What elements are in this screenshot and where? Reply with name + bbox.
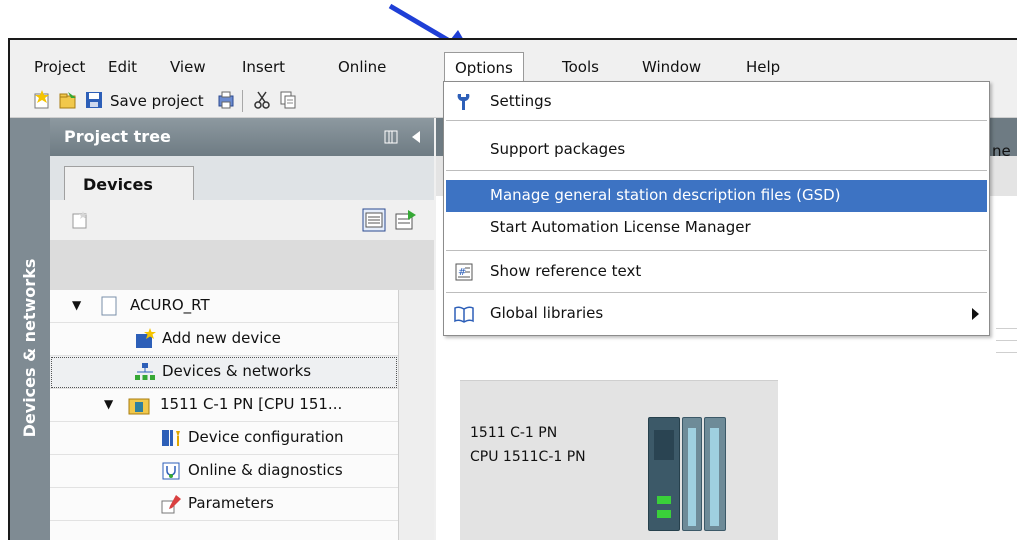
print-icon[interactable] [216,90,236,110]
tree-item-label: Device configuration [188,428,344,446]
cut-icon[interactable] [252,90,272,110]
device-rack[interactable]: 1511 C-1 PN CPU 1511C-1 PN [460,380,778,540]
devices-networks-vertical-tab[interactable]: Devices & networks [10,118,50,540]
expand-triangle-icon[interactable]: ▼ [104,397,113,411]
menu-item-show-reference-text[interactable]: # Show reference text [446,256,987,288]
project-tree-toolbar [50,200,434,240]
tree-secondary-column [398,290,434,540]
network-icon [135,363,155,380]
menu-edit[interactable]: Edit [108,58,137,76]
tree-item-devices-networks[interactable]: Devices & networks [50,356,398,389]
menu-item-global-libraries[interactable]: Global libraries [446,298,987,330]
menu-item-manage-gsd[interactable]: Manage general station description files… [446,180,987,212]
project-tree-list: ▼ ACURO_RT Add new device Devices & netw… [50,290,434,540]
project-tree-tabs: Devices [50,156,434,201]
cpu-module[interactable] [648,417,680,531]
menu-tools[interactable]: Tools [562,58,599,76]
tree-item-parameters[interactable]: Parameters [50,488,398,521]
new-item-icon[interactable] [70,210,90,230]
tree-item-add-new-device[interactable]: Add new device [50,323,398,356]
expand-triangle-icon[interactable]: ▼ [72,298,81,312]
detail-view-icon[interactable] [362,208,386,232]
tree-item-label: Devices & networks [162,362,312,380]
menu-item-label: Settings [490,92,552,110]
device-model-label: CPU 1511C-1 PN [470,449,586,465]
tab-devices[interactable]: Devices [64,166,194,201]
toolbar-separator [242,90,243,112]
menu-item-support-packages[interactable]: Support packages [446,134,987,166]
panel-toggle-icon[interactable] [384,130,398,144]
device-config-icon [162,430,180,446]
menu-help[interactable]: Help [746,58,780,76]
save-icon[interactable] [84,90,104,110]
new-project-icon[interactable] [32,90,52,110]
save-project-button[interactable]: Save project [110,92,204,110]
plc-folder-icon [128,398,150,415]
copy-icon[interactable] [278,90,298,110]
wrench-icon [457,94,470,110]
tree-item-project[interactable]: ▼ ACURO_RT [50,290,398,323]
menu-item-label: Manage general station description files… [490,186,841,204]
tree-item-label: 1511 C-1 PN [CPU 151... [160,395,343,413]
menu-item-label: Support packages [490,140,626,158]
menu-window[interactable]: Window [642,58,701,76]
menu-separator [446,170,987,171]
menu-view[interactable]: View [170,58,206,76]
menu-item-license-manager[interactable]: Start Automation License Manager [446,212,987,244]
submenu-arrow-icon [972,308,979,320]
tree-item-label: Online & diagnostics [188,461,343,479]
menu-bar: Project Edit View Insert Online Options … [10,52,1017,84]
tree-item-cpu[interactable]: ▼ 1511 C-1 PN [CPU 151... [50,389,398,422]
project-tree-header: Project tree [50,118,434,156]
collapse-left-icon[interactable] [410,130,422,144]
reference-text-icon: # [455,263,473,281]
vertical-tab-label: Devices & networks [20,258,39,438]
menu-item-label: Show reference text [490,262,642,280]
book-icon [454,306,474,323]
menu-item-label: Global libraries [490,304,604,322]
project-file-icon [101,296,117,316]
tree-item-label: ACURO_RT [130,296,210,314]
project-tree-panel: Project tree Devices ▼ ACURO_RT Add new … [50,118,434,540]
menu-item-settings[interactable]: Settings [446,86,987,118]
open-project-icon[interactable] [58,90,78,110]
tree-filter-band [50,240,434,290]
menu-item-label: Start Automation License Manager [490,218,751,236]
diagnostics-icon [162,462,180,480]
device-name-label: 1511 C-1 PN [470,425,558,441]
project-tree-title: Project tree [64,127,171,146]
tree-item-online-diagnostics[interactable]: Online & diagnostics [50,455,398,488]
menu-online[interactable]: Online [338,58,386,76]
options-dropdown-menu: Settings Support packages Manage general… [443,81,990,336]
menu-separator [446,250,987,251]
tree-item-device-configuration[interactable]: Device configuration [50,422,398,455]
work-area-grid-lines [996,328,1017,368]
add-device-icon [136,328,156,348]
overview-icon[interactable] [394,208,418,232]
toolbar-truncated-label: ne [992,142,1011,160]
menu-project[interactable]: Project [34,58,85,76]
menu-separator [446,292,987,293]
menu-options[interactable]: Options [444,52,524,84]
tree-item-label: Parameters [188,494,274,512]
io-module-2[interactable] [704,417,726,531]
parameters-icon [161,495,181,514]
tree-item-label: Add new device [162,329,281,347]
menu-separator [446,120,987,121]
menu-insert[interactable]: Insert [242,58,285,76]
io-module-1[interactable] [682,417,702,531]
